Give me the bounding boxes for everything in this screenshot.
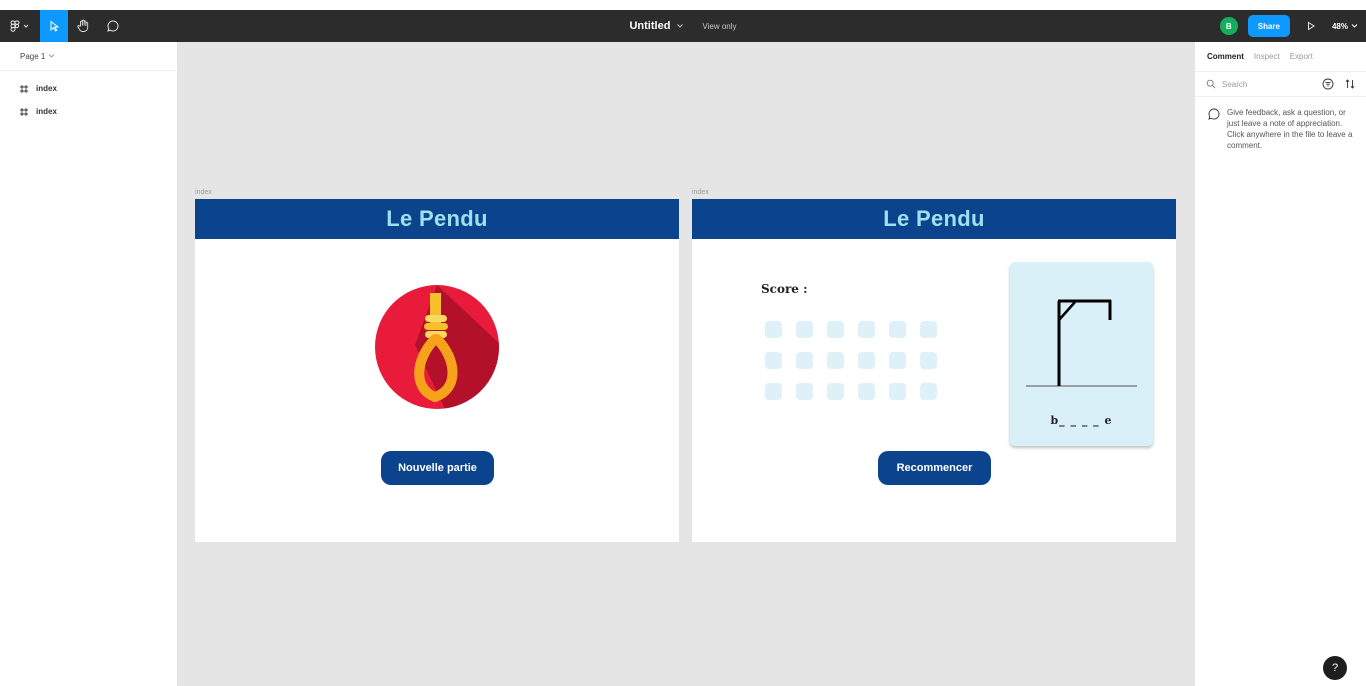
word-hint: b_ _ _ _ e [1050, 414, 1113, 427]
noose-icon [375, 285, 499, 409]
restart-button[interactable]: Recommencer [878, 451, 991, 485]
letter-key[interactable] [889, 352, 906, 369]
help-button[interactable]: ? [1323, 656, 1347, 680]
app-title: Le Pendu [386, 206, 488, 231]
hand-icon [77, 19, 89, 32]
chevron-down-icon [49, 54, 55, 58]
app-header: Le Pendu [195, 199, 679, 239]
page-selector[interactable]: Page 1 [0, 42, 177, 71]
frame-icon [20, 107, 28, 116]
page-label: Page 1 [20, 51, 46, 61]
app-header: Le Pendu [692, 199, 1176, 239]
layer-name: index [36, 84, 57, 93]
letter-key[interactable] [889, 321, 906, 338]
sort-icon [1345, 79, 1355, 89]
score-label: Score : [761, 282, 808, 296]
letter-key[interactable] [920, 352, 937, 369]
cursor-arrow-icon [50, 20, 60, 32]
tab-comment[interactable]: Comment [1207, 52, 1244, 61]
user-avatar[interactable]: B [1219, 17, 1238, 35]
present-button[interactable] [1300, 21, 1322, 31]
chevron-down-icon [677, 24, 684, 28]
comment-tool-button[interactable] [98, 10, 128, 42]
hangman-card: b_ _ _ _ e [1010, 262, 1153, 446]
letter-key[interactable] [765, 352, 782, 369]
layer-item[interactable]: index [0, 77, 177, 100]
letter-key[interactable] [858, 321, 875, 338]
letter-key[interactable] [827, 383, 844, 400]
figma-logo-icon [10, 20, 29, 32]
letter-key[interactable] [796, 321, 813, 338]
filter-button[interactable] [1322, 78, 1334, 90]
gallows-icon [1026, 299, 1137, 387]
letter-key[interactable] [765, 321, 782, 338]
frame-home[interactable]: Le Pendu Nouvelle partie [195, 199, 679, 542]
zoom-menu[interactable]: 48% [1332, 22, 1358, 31]
letter-keyboard [765, 321, 937, 400]
frame-game[interactable]: Le Pendu Score : b_ _ _ _ e Recommencer [692, 199, 1176, 542]
letter-key[interactable] [796, 383, 813, 400]
letter-key[interactable] [858, 352, 875, 369]
play-icon [1307, 21, 1315, 31]
letter-key[interactable] [765, 383, 782, 400]
comment-bubble-icon [1208, 108, 1220, 120]
sort-button[interactable] [1344, 78, 1356, 90]
zoom-level: 48% [1331, 21, 1348, 31]
view-mode-label: View only [702, 21, 737, 31]
toolbar: Untitled View only B Share 48% [0, 0, 1366, 42]
comment-hint: Give feedback, ask a question, or just l… [1195, 97, 1366, 151]
chevron-down-icon [1351, 24, 1358, 28]
comment-bubble-icon [107, 20, 119, 32]
share-button[interactable]: Share [1247, 15, 1290, 37]
tab-inspect[interactable]: Inspect [1254, 52, 1280, 61]
tab-export[interactable]: Export [1290, 52, 1313, 61]
move-tool-button[interactable] [40, 10, 68, 42]
letter-key[interactable] [889, 383, 906, 400]
app-title: Le Pendu [883, 206, 985, 231]
comment-hint-text: Give feedback, ask a question, or just l… [1227, 108, 1353, 150]
search-icon [1206, 79, 1216, 89]
letter-key[interactable] [827, 321, 844, 338]
letter-key[interactable] [796, 352, 813, 369]
layers-panel: Page 1 index index [0, 42, 178, 686]
letter-key[interactable] [920, 321, 937, 338]
letter-key[interactable] [827, 352, 844, 369]
new-game-button[interactable]: Nouvelle partie [381, 451, 494, 485]
letter-key[interactable] [920, 383, 937, 400]
search-input[interactable] [1222, 79, 1316, 89]
frame-label[interactable]: index [195, 189, 212, 196]
frame-icon [20, 84, 28, 93]
filter-icon [1322, 78, 1334, 90]
comment-search [1195, 71, 1366, 97]
file-title: Untitled [629, 20, 671, 32]
panel-tabs: Comment Inspect Export [1195, 42, 1366, 71]
design-canvas[interactable]: index Le Pendu Nouvelle partie index Le … [178, 42, 1194, 686]
letter-key[interactable] [858, 383, 875, 400]
hand-tool-button[interactable] [68, 10, 98, 42]
frame-label[interactable]: index [692, 189, 709, 196]
layer-name: index [36, 107, 57, 116]
layer-item[interactable]: index [0, 100, 177, 123]
properties-panel: Comment Inspect Export Give feedback, as… [1194, 42, 1366, 686]
main-menu-button[interactable] [0, 10, 40, 42]
file-title-menu[interactable]: Untitled [629, 20, 684, 32]
